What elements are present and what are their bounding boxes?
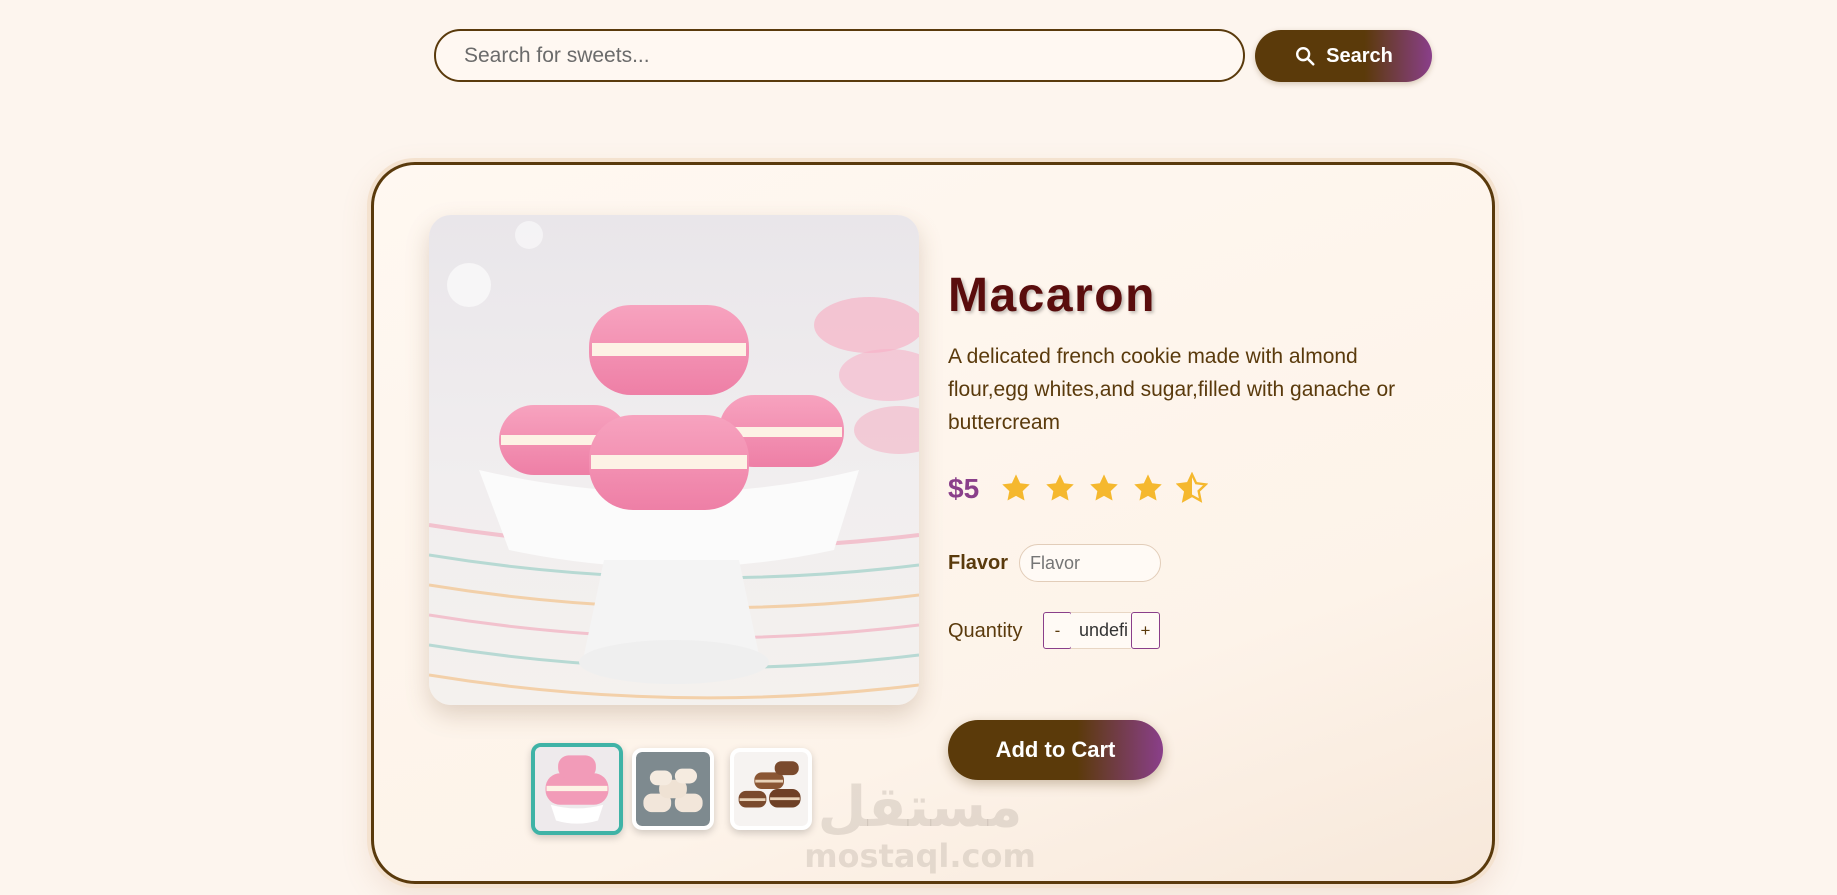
add-to-cart-button[interactable]: Add to Cart bbox=[948, 720, 1163, 780]
quantity-increment-button[interactable]: + bbox=[1131, 612, 1160, 649]
product-title: Macaron bbox=[948, 269, 1156, 322]
thumbnail-white-macarons[interactable] bbox=[632, 748, 714, 830]
star-full-icon bbox=[1134, 474, 1162, 501]
search-bar bbox=[434, 29, 1245, 82]
star-full-icon bbox=[1046, 474, 1074, 501]
search-button[interactable]: Search bbox=[1255, 30, 1432, 82]
search-icon bbox=[1296, 47, 1315, 66]
star-half-icon bbox=[1176, 472, 1208, 503]
thumbnail-chocolate-macarons[interactable] bbox=[730, 748, 812, 830]
search-button-label: Search bbox=[1326, 44, 1393, 67]
flavor-input[interactable] bbox=[1019, 544, 1161, 582]
thumbnail-pink-macarons[interactable] bbox=[531, 743, 623, 835]
search-input[interactable] bbox=[462, 42, 1243, 69]
rating-stars bbox=[1000, 472, 1208, 504]
quantity-input[interactable] bbox=[1071, 612, 1131, 649]
flavor-label: Flavor bbox=[948, 552, 1009, 574]
product-description: A delicated french cookie made with almo… bbox=[948, 345, 1396, 434]
quantity-decrement-button[interactable]: - bbox=[1043, 612, 1072, 649]
star-full-icon bbox=[1002, 474, 1030, 501]
product-main-image bbox=[429, 215, 919, 705]
star-full-icon bbox=[1090, 474, 1118, 501]
quantity-label: Quantity bbox=[948, 620, 1023, 642]
product-price: $5 bbox=[948, 473, 980, 504]
